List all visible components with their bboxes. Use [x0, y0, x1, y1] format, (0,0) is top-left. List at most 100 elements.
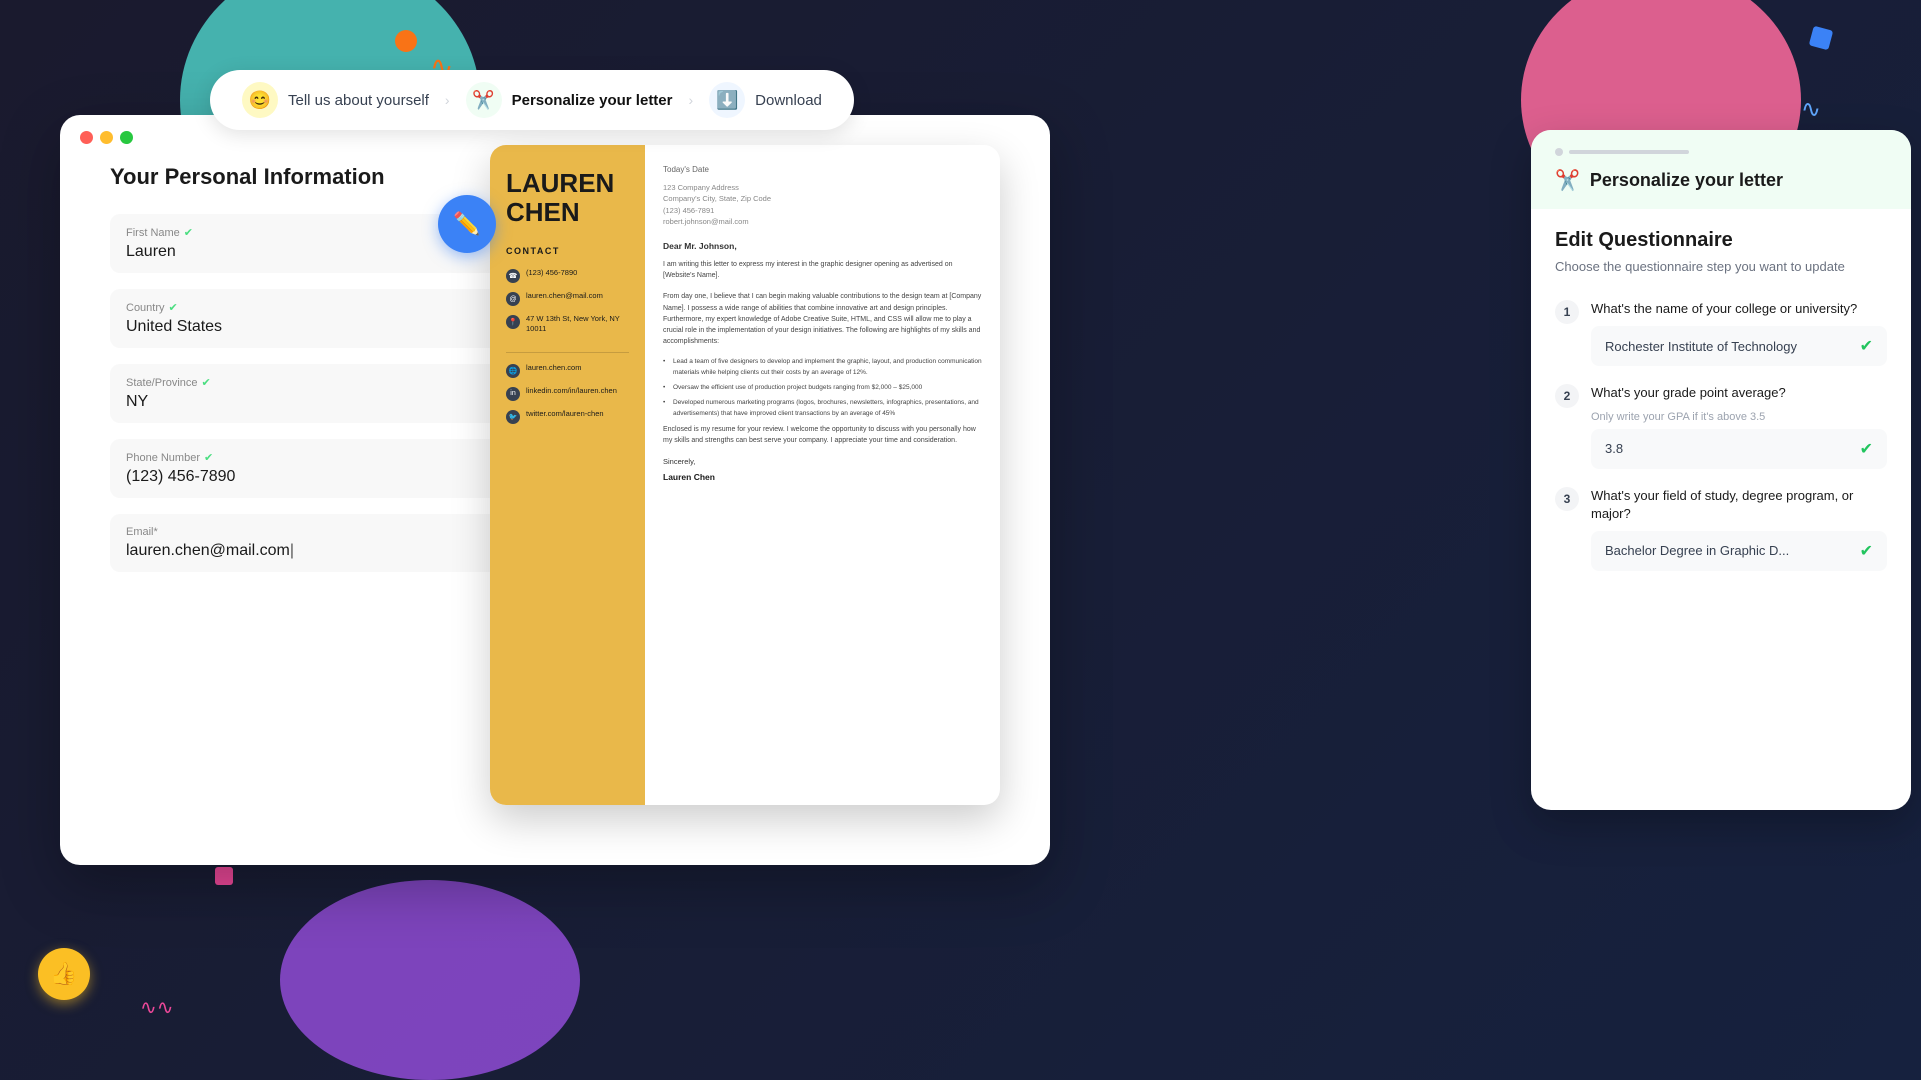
web-dot: 🌐 — [506, 364, 520, 378]
state-label: State/Province ✔ — [126, 376, 531, 389]
chevron-icon-1: › — [445, 92, 450, 108]
letter-phone: (123) 456-7890 — [526, 268, 577, 278]
minimize-dot[interactable] — [100, 131, 113, 144]
thumbs-up-badge: 👍 — [38, 948, 90, 1000]
letter-contact-title: CONTACT — [506, 246, 629, 256]
close-dot[interactable] — [80, 131, 93, 144]
q3-answer-box: Bachelor Degree in Graphic D... ✔ — [1591, 531, 1887, 571]
q3-check-icon: ✔ — [1860, 541, 1873, 561]
letter-name: LAUREN CHEN — [506, 169, 629, 226]
q3-answer: Bachelor Degree in Graphic D... — [1605, 543, 1789, 558]
questionnaire-item-2[interactable]: 2 What's your grade point average? Only … — [1555, 384, 1887, 468]
scissors-icon: ✂️ — [466, 82, 502, 118]
edit-questionnaire-desc: Choose the questionnaire step you want t… — [1555, 258, 1887, 276]
letter-twitter: twitter.com/lauren-chen — [526, 409, 604, 419]
right-panel-title: Personalize your letter — [1590, 170, 1783, 191]
letter-email: lauren.chen@mail.com — [526, 291, 603, 301]
right-panel: ✂️ Personalize your letter Edit Question… — [1531, 130, 1911, 810]
letter-para1: I am writing this letter to express my i… — [663, 259, 982, 281]
letter-salutation: Dear Mr. Johnson, — [663, 241, 982, 251]
letter-body: Today's Date 123 Company Address Company… — [645, 145, 1000, 805]
q1-answer-box: Rochester Institute of Technology ✔ — [1591, 326, 1887, 366]
contact-address: 📍 47 W 13th St, New York, NY 10011 — [506, 314, 629, 334]
q2-content: What's your grade point average? Only wr… — [1591, 384, 1887, 468]
pencil-icon: ✏️ — [453, 211, 480, 237]
letter-closing: Sincerely, — [663, 457, 982, 466]
edit-questionnaire-title: Edit Questionnaire — [1555, 229, 1887, 252]
contact-linkedin: in linkedin.com/in/lauren.chen — [506, 386, 629, 401]
chevron-icon-2: › — [689, 92, 694, 108]
q1-content: What's the name of your college or unive… — [1591, 300, 1887, 366]
q2-number: 2 — [1555, 384, 1579, 408]
contact-email: @ lauren.chen@mail.com — [506, 291, 629, 306]
q3-question: What's your field of study, degree progr… — [1591, 487, 1887, 523]
country-field[interactable]: Country ✔ United States — [110, 289, 547, 348]
questionnaire-item-1[interactable]: 1 What's the name of your college or uni… — [1555, 300, 1887, 366]
progress-track — [1569, 150, 1689, 154]
contact-phone: ☎ (123) 456-7890 — [506, 268, 629, 283]
q3-number: 3 — [1555, 487, 1579, 511]
first-name-check: ✔ — [184, 226, 193, 239]
q2-sub-text: Only write your GPA if it's above 3.5 — [1591, 411, 1887, 423]
state-check: ✔ — [202, 376, 211, 389]
country-check: ✔ — [169, 301, 178, 314]
q2-answer-box: 3.8 ✔ — [1591, 429, 1887, 469]
deco-squiggle-blue: ∿ — [1801, 95, 1821, 124]
country-value: United States — [126, 318, 531, 336]
q1-number: 1 — [1555, 300, 1579, 324]
deco-purple-circle — [280, 880, 580, 1080]
letter-address: 47 W 13th St, New York, NY 10011 — [526, 314, 629, 334]
letter-signature: Lauren Chen — [663, 472, 982, 482]
progress-bar — [1555, 148, 1887, 156]
nav-step-1[interactable]: 😊 Tell us about yourself — [242, 82, 429, 118]
letter-date: Today's Date — [663, 165, 982, 174]
letter-bullet1: Lead a team of five designers to develop… — [663, 357, 982, 378]
right-panel-body: Edit Questionnaire Choose the questionna… — [1531, 209, 1911, 609]
letter-bullet2: Oversaw the efficient use of production … — [663, 383, 982, 393]
state-value: NY — [126, 393, 531, 411]
q3-content: What's your field of study, degree progr… — [1591, 487, 1887, 571]
q1-question: What's the name of your college or unive… — [1591, 300, 1887, 318]
step1-label: Tell us about yourself — [288, 92, 429, 109]
email-dot: @ — [506, 292, 520, 306]
q1-check-icon: ✔ — [1860, 336, 1873, 356]
q2-check-icon: ✔ — [1860, 439, 1873, 459]
q2-question: What's your grade point average? — [1591, 384, 1887, 402]
top-navigation: 😊 Tell us about yourself › ✂️ Personaliz… — [210, 70, 854, 130]
letter-inner: LAUREN CHEN CONTACT ☎ (123) 456-7890 @ l… — [490, 145, 1000, 805]
phone-check: ✔ — [204, 451, 213, 464]
right-panel-header: ✂️ Personalize your letter — [1531, 130, 1911, 209]
right-panel-header-row: ✂️ Personalize your letter — [1555, 168, 1887, 193]
state-field[interactable]: State/Province ✔ NY — [110, 364, 547, 423]
linkedin-dot: in — [506, 387, 520, 401]
questionnaire-item-3[interactable]: 3 What's your field of study, degree pro… — [1555, 487, 1887, 571]
smiley-icon: 😊 — [242, 82, 278, 118]
deco-orange-dot — [395, 30, 417, 52]
letter-sidebar: LAUREN CHEN CONTACT ☎ (123) 456-7890 @ l… — [490, 145, 645, 805]
contact-website: 🌐 lauren.chen.com — [506, 363, 629, 378]
letter-bullet3: Developed numerous marketing programs (l… — [663, 398, 982, 419]
phone-dot: ☎ — [506, 269, 520, 283]
step2-label: Personalize your letter — [512, 92, 673, 109]
q1-answer: Rochester Institute of Technology — [1605, 339, 1797, 354]
thumbs-up-icon: 👍 — [50, 961, 77, 987]
edit-fab-button[interactable]: ✏️ — [438, 195, 496, 253]
download-icon: ⬇️ — [709, 82, 745, 118]
step3-label: Download — [755, 92, 822, 109]
letter-preview-card: LAUREN CHEN CONTACT ☎ (123) 456-7890 @ l… — [490, 145, 1000, 805]
right-panel-scissors-icon: ✂️ — [1555, 168, 1580, 193]
nav-step-2[interactable]: ✂️ Personalize your letter — [466, 82, 673, 118]
progress-dot-1 — [1555, 148, 1563, 156]
deco-blue-square — [1809, 26, 1833, 50]
letter-divider — [506, 352, 629, 353]
deco-squiggle-pink: ∿∿ — [140, 995, 174, 1020]
letter-website: lauren.chen.com — [526, 363, 581, 373]
letter-linkedin: linkedin.com/in/lauren.chen — [526, 386, 617, 396]
letter-company-address: 123 Company Address Company's City, Stat… — [663, 182, 982, 227]
nav-step-3[interactable]: ⬇️ Download — [709, 82, 822, 118]
deco-pink-square — [215, 867, 233, 885]
twitter-dot: 🐦 — [506, 410, 520, 424]
maximize-dot[interactable] — [120, 131, 133, 144]
location-dot: 📍 — [506, 315, 520, 329]
letter-para2: From day one, I believe that I can begin… — [663, 291, 982, 347]
